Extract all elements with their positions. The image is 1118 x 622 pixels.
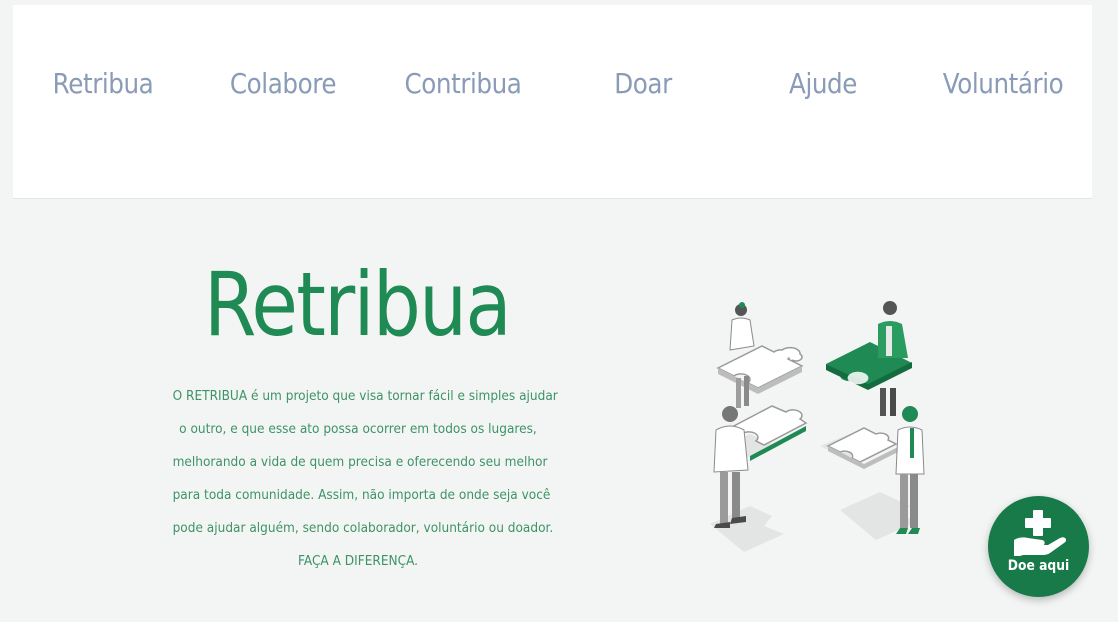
nav-item-colabore[interactable]: Colabore [204,67,362,100]
nav-item-contribua[interactable]: Contribua [384,67,542,100]
description-line: O RETRIBUA é um projeto que visa tornar … [172,388,558,404]
main-nav: Retribua Colabore Contribua Doar Ajude V… [13,5,1092,198]
description-line: o outro, e que esse ato possa ocorrer em… [179,421,537,437]
description-line: para toda comunidade. Assim, não importa… [172,487,551,503]
donate-button[interactable]: Doe aqui [988,496,1089,597]
nav-item-voluntario[interactable]: Voluntário [924,67,1082,100]
description-line: FAÇA A DIFERENÇA. [297,553,419,569]
description-line: melhorando a vida de quem precisa e ofer… [172,454,548,470]
donate-button-label: Doe aqui [1007,558,1070,574]
top-navigation-bar: Retribua Colabore Contribua Doar Ajude V… [13,5,1092,199]
description-line: pode ajudar alguém, sendo colaborador, v… [172,520,554,536]
nav-item-ajude[interactable]: Ajude [744,67,902,100]
puzzle-team-illustration [700,296,940,556]
nav-item-retribua[interactable]: Retribua [24,67,182,100]
hand-medical-cross-icon [1012,508,1067,558]
nav-item-doar[interactable]: Doar [564,67,722,100]
hero-title: Retribua [203,253,512,356]
hero-description: O RETRIBUA é um projeto que visa tornar … [152,380,564,578]
